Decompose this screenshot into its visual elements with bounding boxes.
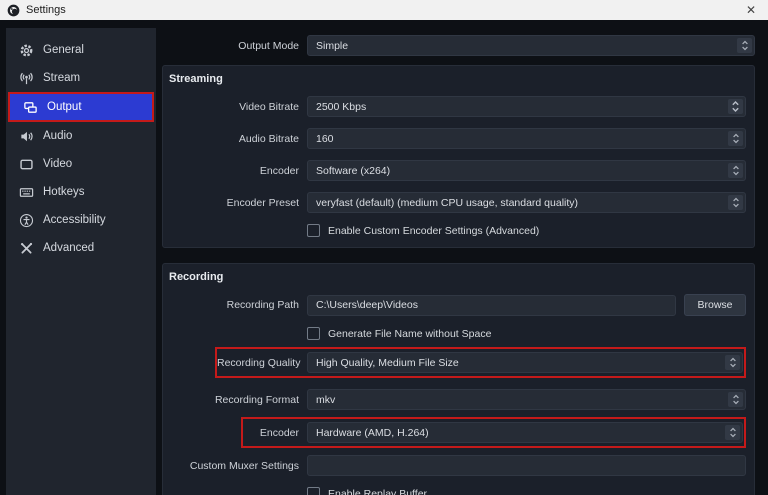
sidebar-item-advanced[interactable]: Advanced [6, 234, 156, 262]
stepper-arrows-icon[interactable] [728, 99, 743, 114]
audio-icon [19, 129, 34, 144]
recording-encoder-highlight-box: Encoder Hardware (AMD, H.264) [241, 417, 746, 448]
encoder-preset-select[interactable]: veryfast (default) (medium CPU usage, st… [307, 192, 746, 213]
recording-format-value: mkv [316, 394, 335, 406]
audio-bitrate-label: Audio Bitrate [169, 133, 299, 145]
custom-muxer-label: Custom Muxer Settings [169, 460, 299, 472]
keyboard-icon [19, 185, 34, 200]
sidebar-item-output[interactable]: Output [10, 94, 152, 120]
video-icon [19, 157, 34, 172]
recording-encoder-label: Encoder [243, 427, 299, 439]
audio-bitrate-select[interactable]: 160 [307, 128, 746, 149]
sidebar: General Stream [6, 28, 156, 495]
audio-bitrate-row: Audio Bitrate 160 [169, 128, 746, 149]
recording-quality-highlight-box: Recording Quality High Quality, Medium F… [215, 347, 746, 378]
recording-group: Recording Recording Path C:\Users\deep\V… [162, 263, 755, 495]
encoder-preset-row: Encoder Preset veryfast (default) (mediu… [169, 192, 746, 213]
output-icon [23, 100, 38, 115]
dropdown-arrows-icon[interactable] [728, 131, 743, 146]
sidebar-item-general[interactable]: General [6, 36, 156, 64]
audio-bitrate-value: 160 [316, 133, 334, 145]
replay-buffer-checkbox[interactable] [307, 487, 320, 495]
sidebar-item-label: Stream [43, 72, 80, 84]
custom-encoder-settings-checkbox[interactable] [307, 224, 320, 237]
video-bitrate-input[interactable]: 2500 Kbps [307, 96, 746, 117]
accessibility-icon [19, 213, 34, 228]
sidebar-item-stream[interactable]: Stream [6, 64, 156, 92]
stream-encoder-row: Encoder Software (x264) [169, 160, 746, 181]
dropdown-arrows-icon[interactable] [728, 195, 743, 210]
recording-quality-label: Recording Quality [217, 357, 299, 369]
generate-filename-label: Generate File Name without Space [328, 328, 491, 340]
recording-format-row: Recording Format mkv [169, 389, 746, 410]
stream-icon [19, 71, 34, 86]
video-bitrate-row: Video Bitrate 2500 Kbps [169, 96, 746, 117]
recording-encoder-value: Hardware (AMD, H.264) [316, 427, 429, 439]
stream-encoder-label: Encoder [169, 165, 299, 177]
recording-format-select[interactable]: mkv [307, 389, 746, 410]
sidebar-item-label: Hotkeys [43, 186, 85, 198]
recording-header: Recording [169, 271, 746, 283]
recording-path-label: Recording Path [169, 299, 299, 311]
custom-encoder-settings-row: Enable Custom Encoder Settings (Advanced… [307, 224, 746, 237]
close-button[interactable]: ✕ [734, 0, 768, 20]
recording-quality-select[interactable]: High Quality, Medium File Size [307, 352, 743, 373]
video-bitrate-label: Video Bitrate [169, 101, 299, 113]
recording-encoder-row: Encoder Hardware (AMD, H.264) [243, 422, 743, 443]
encoder-preset-value: veryfast (default) (medium CPU usage, st… [316, 197, 578, 209]
sidebar-item-label: Output [47, 101, 82, 113]
output-mode-value: Simple [316, 40, 348, 52]
dropdown-arrows-icon[interactable] [728, 163, 743, 178]
browse-button[interactable]: Browse [684, 294, 746, 316]
replay-buffer-row: Enable Replay Buffer [307, 487, 746, 495]
stream-encoder-select[interactable]: Software (x264) [307, 160, 746, 181]
recording-quality-row: Recording Quality High Quality, Medium F… [217, 352, 743, 373]
generate-filename-row: Generate File Name without Space [307, 327, 746, 340]
settings-window: Settings ✕ General [0, 0, 768, 495]
encoder-preset-label: Encoder Preset [169, 197, 299, 209]
recording-format-label: Recording Format [169, 394, 299, 406]
output-settings-panel: Output Mode Simple Streaming Video Bitra… [156, 28, 768, 495]
sidebar-item-label: Video [43, 158, 72, 170]
gear-icon [19, 43, 34, 58]
custom-muxer-row: Custom Muxer Settings [169, 455, 746, 476]
window-title: Settings [26, 4, 66, 16]
title-bar: Settings ✕ [0, 0, 768, 20]
streaming-group: Streaming Video Bitrate 2500 Kbps Audio … [162, 65, 755, 248]
replay-buffer-label: Enable Replay Buffer [328, 488, 427, 495]
video-bitrate-value: 2500 Kbps [316, 101, 366, 113]
sidebar-item-label: Accessibility [43, 214, 106, 226]
custom-encoder-settings-label: Enable Custom Encoder Settings (Advanced… [328, 225, 539, 237]
output-mode-row: Output Mode Simple [162, 35, 755, 56]
custom-muxer-input[interactable] [307, 455, 746, 476]
sidebar-item-label: Advanced [43, 242, 94, 254]
sidebar-item-label: General [43, 44, 84, 56]
settings-body: General Stream [0, 20, 768, 495]
sidebar-item-label: Audio [43, 130, 72, 142]
obs-logo-icon [7, 4, 20, 17]
output-mode-select[interactable]: Simple [307, 35, 755, 56]
streaming-header: Streaming [169, 73, 746, 85]
dropdown-arrows-icon[interactable] [725, 355, 740, 370]
dropdown-arrows-icon[interactable] [725, 425, 740, 440]
sidebar-item-video[interactable]: Video [6, 150, 156, 178]
sidebar-item-audio[interactable]: Audio [6, 122, 156, 150]
output-mode-label: Output Mode [169, 40, 299, 52]
generate-filename-checkbox[interactable] [307, 327, 320, 340]
stream-encoder-value: Software (x264) [316, 165, 390, 177]
recording-path-row: Recording Path C:\Users\deep\Videos Brow… [169, 294, 746, 316]
recording-encoder-select[interactable]: Hardware (AMD, H.264) [307, 422, 743, 443]
recording-quality-value: High Quality, Medium File Size [316, 357, 459, 369]
dropdown-arrows-icon[interactable] [728, 392, 743, 407]
tools-icon [19, 241, 34, 256]
recording-path-value: C:\Users\deep\Videos [316, 299, 418, 311]
output-highlight-box: Output [8, 92, 154, 122]
sidebar-item-hotkeys[interactable]: Hotkeys [6, 178, 156, 206]
dropdown-arrows-icon[interactable] [737, 38, 752, 53]
recording-path-input[interactable]: C:\Users\deep\Videos [307, 295, 676, 316]
sidebar-item-accessibility[interactable]: Accessibility [6, 206, 156, 234]
